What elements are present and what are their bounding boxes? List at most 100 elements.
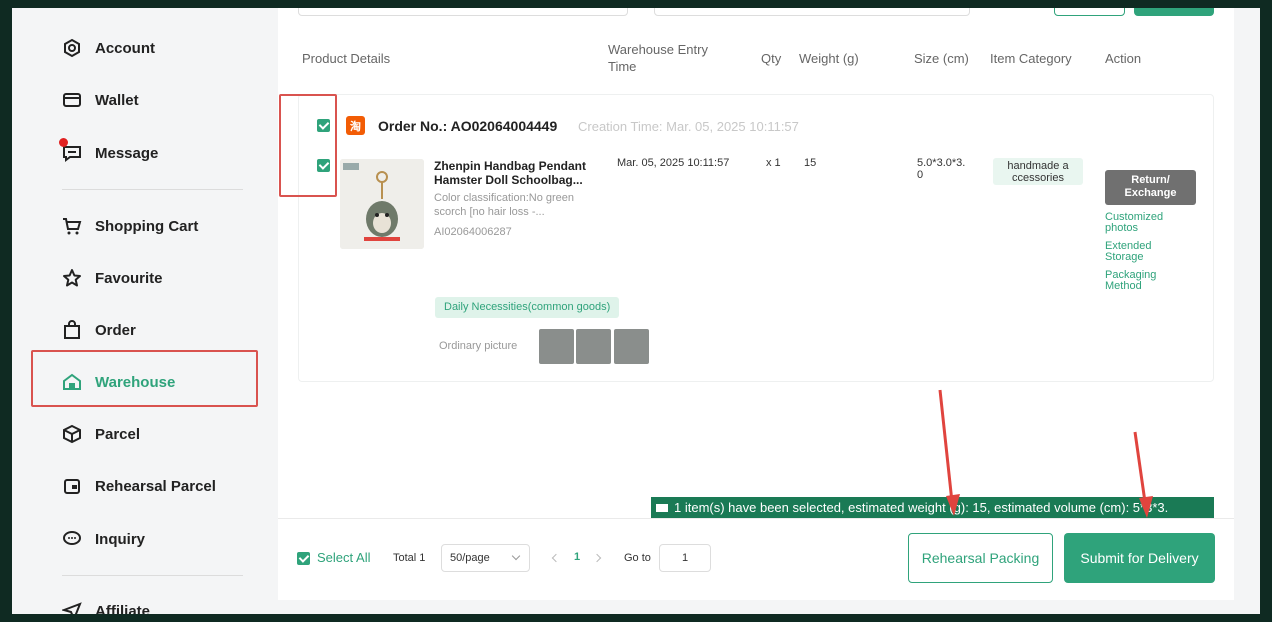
sidebar-item-parcel[interactable]: Parcel <box>62 421 140 447</box>
sidebar-item-label: Account <box>95 39 155 57</box>
sidebar-item-label: Order <box>95 321 136 339</box>
filter-input[interactable] <box>298 8 628 16</box>
cart-icon <box>62 216 82 236</box>
current-page[interactable]: 1 <box>574 551 580 563</box>
product-title-line1: Zhenpin Handbag Pendant <box>434 159 586 173</box>
checkbox-highlight-box <box>279 94 337 197</box>
wallet-icon <box>62 90 82 110</box>
app-window: Account Wallet Message Shopping Cart Fav… <box>12 8 1260 614</box>
item-weight: 15 <box>804 157 817 169</box>
account-icon <box>62 38 82 58</box>
bag-icon <box>62 320 82 340</box>
extended-storage-link[interactable]: Extended Storage <box>1105 241 1151 263</box>
sidebar-item-label: Warehouse <box>95 373 176 391</box>
search-button[interactable] <box>1134 8 1214 16</box>
total-count: Total 1 <box>393 552 426 564</box>
sidebar-item-rehearsal-parcel[interactable]: Rehearsal Parcel <box>62 473 216 499</box>
sidebar: Account Wallet Message Shopping Cart Fav… <box>12 8 278 614</box>
sidebar-item-label: Affiliate <box>95 602 151 615</box>
sidebar-item-label: Message <box>95 144 159 162</box>
warehouse-icon <box>62 372 82 392</box>
product-image[interactable] <box>340 159 424 249</box>
sidebar-item-wallet[interactable]: Wallet <box>62 87 139 113</box>
customized-photos-link[interactable]: Customized photos <box>1105 212 1163 234</box>
qc-photo-thumbnail[interactable] <box>614 329 649 364</box>
link-line2: photos <box>1105 222 1139 234</box>
sidebar-item-affiliate[interactable]: Affiliate <box>62 598 150 614</box>
box-icon <box>62 424 82 444</box>
item-id: AI02064006287 <box>434 226 512 238</box>
sidebar-item-label: Favourite <box>95 269 163 287</box>
sidebar-item-account[interactable]: Account <box>62 35 155 61</box>
selection-summary-text: 1 item(s) have been selected, estimated … <box>674 500 1169 515</box>
header-action: Action <box>1105 51 1142 66</box>
send-icon <box>62 601 82 614</box>
prev-page-icon[interactable] <box>551 553 561 563</box>
star-icon <box>62 268 82 288</box>
size-line1: 5.0*3.0*3. <box>917 157 966 169</box>
sidebar-item-favourite[interactable]: Favourite <box>62 265 163 291</box>
taobao-icon: 淘 <box>346 116 365 135</box>
rehearsal-icon <box>62 476 82 496</box>
header-qty: Qty <box>761 51 782 66</box>
selection-summary-banner: 1 item(s) have been selected, estimated … <box>651 497 1214 518</box>
link-line2: Method <box>1105 280 1142 292</box>
rehearsal-packing-button[interactable]: Rehearsal Packing <box>908 533 1053 583</box>
sidebar-divider <box>62 575 243 576</box>
sidebar-item-message[interactable]: Message <box>62 140 158 166</box>
qc-photo-thumbnail[interactable] <box>576 329 611 364</box>
page-size-value: 50/page <box>450 552 490 564</box>
header-weight: Weight (g) <box>799 51 859 66</box>
header-entry-line1: Warehouse Entry <box>608 42 708 57</box>
sidebar-item-shopping-cart[interactable]: Shopping Cart <box>62 213 198 239</box>
header-item-category: Item Category <box>990 51 1072 66</box>
annotation-arrow <box>938 389 960 516</box>
goto-page-input[interactable]: 1 <box>659 544 711 572</box>
order-number: Order No.: AO02064004449 <box>378 118 558 134</box>
next-page-icon[interactable] <box>592 553 602 563</box>
goods-type-tag: Daily Necessities(common goods) <box>435 297 620 318</box>
sidebar-item-label: Parcel <box>95 425 141 443</box>
product-title[interactable]: Zhenpin Handbag Pendant Hamster Doll Sch… <box>434 159 586 187</box>
packaging-method-link[interactable]: Packaging Method <box>1105 270 1156 292</box>
sidebar-item-warehouse[interactable]: Warehouse <box>62 369 175 395</box>
category-line2: ccessories <box>1012 172 1064 184</box>
select-all-label[interactable]: Select All <box>317 550 370 565</box>
sidebar-item-inquiry[interactable]: Inquiry <box>62 526 145 552</box>
qc-photo-thumbnail[interactable] <box>539 329 574 364</box>
select-all-checkbox[interactable] <box>297 552 310 565</box>
warehouse-panel: Product Details Warehouse Entry Time Qty… <box>278 8 1234 600</box>
category-tag: handmade a ccessories <box>993 158 1083 185</box>
unread-dot <box>59 138 68 147</box>
ordinary-picture-label: Ordinary picture <box>439 340 518 352</box>
order-card: 淘 Order No.: AO02064004449 Creation Time… <box>298 94 1214 382</box>
header-warehouse-entry-time: Warehouse Entry Time <box>608 41 708 75</box>
submit-for-delivery-button[interactable]: Submit for Delivery <box>1064 533 1215 583</box>
sidebar-item-label: Rehearsal Parcel <box>95 477 216 495</box>
link-line2: Storage <box>1105 251 1144 263</box>
date-range-input[interactable] <box>654 8 970 16</box>
return-line2: Exchange <box>1124 187 1177 199</box>
sidebar-item-order[interactable]: Order <box>62 317 136 343</box>
item-size: 5.0*3.0*3. 0 <box>917 157 965 181</box>
entry-time: Mar. 05, 2025 10:11:57 <box>617 157 730 169</box>
sidebar-item-label: Inquiry <box>95 530 146 548</box>
header-product-details: Product Details <box>302 51 391 66</box>
return-line1: Return/ <box>1131 174 1170 186</box>
truck-icon <box>656 504 668 512</box>
header-size: Size (cm) <box>914 51 969 66</box>
goto-label: Go to <box>624 552 651 564</box>
product-variant: Color classification:No green scorch [no… <box>434 191 574 219</box>
return-exchange-button[interactable]: Return/ Exchange <box>1105 170 1196 205</box>
size-line2: 0 <box>917 169 924 181</box>
page-size-select[interactable]: 50/page <box>441 544 530 572</box>
category-line1: handmade a <box>1007 160 1069 172</box>
sidebar-item-label: Shopping Cart <box>95 217 199 235</box>
chat-icon <box>62 529 82 549</box>
order-creation-time: Creation Time: Mar. 05, 2025 10:11:57 <box>578 119 799 134</box>
reset-button[interactable] <box>1054 8 1125 16</box>
header-entry-line2: Time <box>608 59 637 74</box>
footer-bar: Select All Total 1 50/page 1 Go to 1 Reh… <box>278 518 1234 600</box>
product-title-line2: Hamster Doll Schoolbag... <box>434 173 583 187</box>
sidebar-item-label: Wallet <box>95 91 139 109</box>
